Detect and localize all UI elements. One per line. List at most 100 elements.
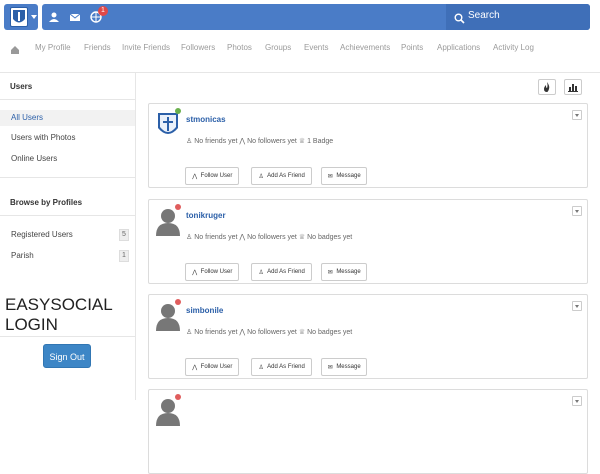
search-button[interactable]: Search [446,4,590,30]
user-card: stmonicas ♙ No friends yet ⋀ No follower… [148,103,588,188]
envelope-icon: ✉ [327,174,333,180]
follow-icon: ⋀ [192,174,198,180]
sidebar: Users All Users Users with Photos Online… [0,73,136,400]
card-options-dropdown[interactable] [572,396,582,406]
sidebar-divider [0,215,135,216]
logo-icon [10,7,28,27]
user-icon[interactable] [48,10,62,24]
follow-user-button[interactable]: ⋀ Follow User [185,167,239,185]
notification-badge: 1 [98,6,108,16]
message-button[interactable]: ✉ Message [321,167,367,185]
user-name[interactable]: stmonicas [186,115,226,124]
top-toolbar: 1 Search [0,0,600,34]
message-label: Message [336,364,361,370]
add-friend-icon: ♙ [258,174,264,180]
follow-user-button[interactable]: ⋀ Follow User [185,358,239,376]
follow-label: Follow User [200,173,233,179]
add-friend-button[interactable]: ♙ Add As Friend [251,167,312,185]
sidebar-item-label: Registered Users [11,230,73,239]
nav-item-achievements[interactable]: Achievements [340,43,390,52]
user-card: tonikruger ♙ No friends yet ⋀ No followe… [148,199,588,284]
nav-item-invite-friends[interactable]: Invite Friends [122,43,170,52]
user-name[interactable]: tonikruger [186,211,226,220]
avatar[interactable] [155,396,181,426]
topbar-main: 1 Search [42,4,590,30]
count-badge: 5 [119,229,129,241]
card-options-dropdown[interactable] [572,301,582,311]
profile-nav: My Profile Friends Invite Friends Follow… [0,34,600,64]
card-options-dropdown[interactable] [572,110,582,120]
avatar[interactable] [155,110,181,140]
user-stats: ♙ No friends yet ⋀ No followers yet ♕ No… [186,233,352,241]
sign-out-button[interactable]: Sign Out [43,344,91,368]
nav-item-friends[interactable]: Friends [84,43,111,52]
sidebar-divider [0,99,135,100]
offline-status-dot [175,204,181,210]
mail-icon[interactable] [69,10,83,24]
sidebar-item-parish[interactable]: Parish 1 [0,248,135,264]
friends-icon: ♙ [186,329,193,336]
followers-count: No followers yet [247,138,297,145]
card-options-dropdown[interactable] [572,206,582,216]
follow-icon: ⋀ [192,365,198,371]
fire-icon [544,82,550,92]
sidebar-item-registered-users[interactable]: Registered Users 5 [0,227,135,243]
home-icon[interactable] [10,42,20,54]
follow-icon: ⋀ [192,270,198,276]
nav-item-my-profile[interactable]: My Profile [35,43,71,52]
follow-user-button[interactable]: ⋀ Follow User [185,263,239,281]
offline-status-dot [175,394,181,400]
bar-chart-icon [568,84,578,92]
sidebar-users-title: Users [10,82,33,91]
add-friend-icon: ♙ [258,365,264,371]
search-label: Search [468,10,500,21]
badges-count: No badges yet [307,234,353,241]
avatar[interactable] [155,301,181,331]
add-friend-button[interactable]: ♙ Add As Friend [251,263,312,281]
sort-popular-button[interactable] [538,79,556,95]
nav-item-events[interactable]: Events [304,43,328,52]
sidebar-item-online-users[interactable]: Online Users [0,151,135,167]
message-button[interactable]: ✉ Message [321,358,367,376]
nav-item-followers[interactable]: Followers [181,43,215,52]
sidebar-item-label: Parish [11,251,34,260]
nav-item-activity-log[interactable]: Activity Log [493,43,534,52]
nav-item-photos[interactable]: Photos [227,43,252,52]
followers-count: No followers yet [247,234,297,241]
sidebar-item-users-with-photos[interactable]: Users with Photos [0,130,135,146]
follow-label: Follow User [200,269,233,275]
message-label: Message [336,269,361,275]
follow-label: Follow User [200,364,233,370]
message-button[interactable]: ✉ Message [321,263,367,281]
nav-item-applications[interactable]: Applications [437,43,480,52]
user-card [148,389,588,474]
login-module-title: EASYSOCIAL LOGIN [5,295,125,335]
envelope-icon: ✉ [327,270,333,276]
friends-count: No friends yet [194,329,238,336]
followers-icon: ⋀ [239,138,246,145]
sort-ranking-button[interactable] [564,79,582,95]
friends-count: No friends yet [194,138,238,145]
nav-item-points[interactable]: Points [401,43,423,52]
avatar[interactable] [155,206,181,236]
add-friend-label: Add As Friend [267,364,305,370]
sidebar-divider [0,336,135,337]
sidebar-item-all-users[interactable]: All Users [0,110,135,126]
search-icon [454,11,466,24]
sidebar-divider [0,177,135,178]
nav-item-groups[interactable]: Groups [265,43,291,52]
site-logo-menu[interactable] [4,4,38,30]
add-friend-label: Add As Friend [267,269,305,275]
followers-count: No followers yet [247,329,297,336]
badges-count: No badges yet [307,329,353,336]
followers-icon: ⋀ [239,329,246,336]
add-friend-icon: ♙ [258,270,264,276]
add-friend-button[interactable]: ♙ Add As Friend [251,358,312,376]
user-name[interactable]: simbonile [186,306,223,315]
offline-status-dot [175,299,181,305]
friends-count: No friends yet [194,234,238,241]
user-stats: ♙ No friends yet ⋀ No followers yet ♕ No… [186,328,352,336]
friends-icon: ♙ [186,234,193,241]
login-title-line: LOGIN [5,315,58,334]
count-badge: 1 [119,250,129,262]
